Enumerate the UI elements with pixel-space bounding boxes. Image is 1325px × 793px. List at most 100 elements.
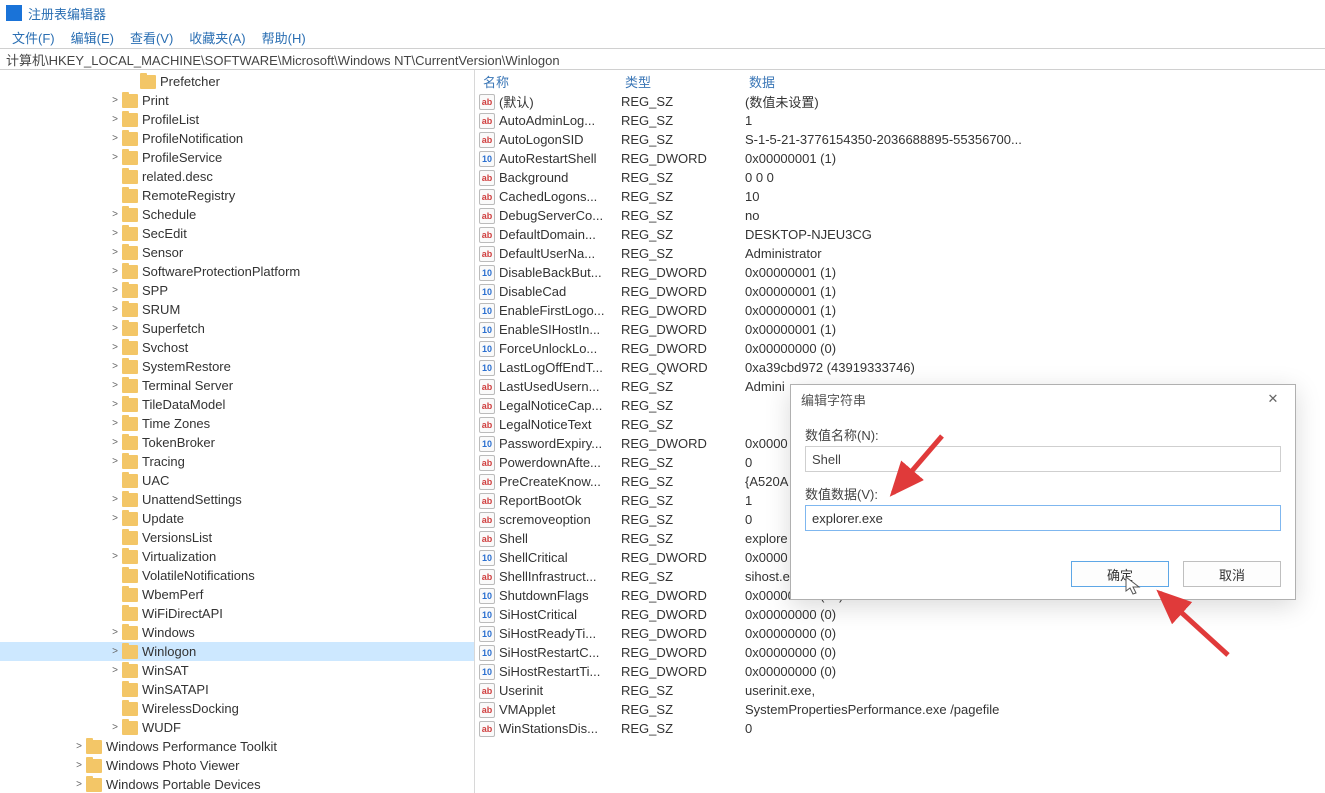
tree-item[interactable]: >Windows Photo Viewer (0, 756, 474, 775)
tree-item[interactable]: >WinSAT (0, 661, 474, 680)
registry-value-row[interactable]: DisableCadREG_DWORD0x00000001 (1) (475, 282, 1325, 301)
tree-item[interactable]: >SoftwareProtectionPlatform (0, 262, 474, 281)
close-icon[interactable]: ✕ (1261, 391, 1285, 407)
registry-value-row[interactable]: BackgroundREG_SZ0 0 0 (475, 168, 1325, 187)
tree-item[interactable]: >ProfileService (0, 148, 474, 167)
registry-value-row[interactable]: DefaultDomain...REG_SZDESKTOP-NJEU3CG (475, 225, 1325, 244)
tree-item[interactable]: VersionsList (0, 528, 474, 547)
value-data-field[interactable]: explorer.exe (805, 505, 1281, 531)
registry-value-row[interactable]: SiHostRestartTi...REG_DWORD0x00000000 (0… (475, 662, 1325, 681)
expand-icon[interactable]: > (108, 646, 122, 657)
expand-icon[interactable]: > (108, 437, 122, 448)
expand-icon[interactable]: > (108, 418, 122, 429)
registry-value-row[interactable]: SiHostRestartC...REG_DWORD0x00000000 (0) (475, 643, 1325, 662)
menu-item[interactable]: 文件(F) (6, 26, 61, 49)
expand-icon[interactable]: > (108, 152, 122, 163)
tree-item[interactable]: >Update (0, 509, 474, 528)
expand-icon[interactable]: > (108, 380, 122, 391)
expand-icon[interactable]: > (108, 627, 122, 638)
tree-item[interactable]: >WUDF (0, 718, 474, 737)
ok-button[interactable]: 确定 (1071, 561, 1169, 587)
tree-item[interactable]: >ProfileNotification (0, 129, 474, 148)
registry-value-row[interactable]: CachedLogons...REG_SZ10 (475, 187, 1325, 206)
tree-item[interactable]: related.desc (0, 167, 474, 186)
expand-icon[interactable]: > (108, 342, 122, 353)
tree-item[interactable]: >SPP (0, 281, 474, 300)
tree-item[interactable]: >SecEdit (0, 224, 474, 243)
expand-icon[interactable]: > (108, 209, 122, 220)
registry-value-row[interactable]: DebugServerCo...REG_SZno (475, 206, 1325, 225)
registry-value-row[interactable]: (默认)REG_SZ(数值未设置) (475, 92, 1325, 111)
registry-value-row[interactable]: AutoRestartShellREG_DWORD0x00000001 (1) (475, 149, 1325, 168)
expand-icon[interactable]: > (108, 665, 122, 676)
tree-item[interactable]: Prefetcher (0, 72, 474, 91)
tree-item[interactable]: >TokenBroker (0, 433, 474, 452)
col-data[interactable]: 数据 (741, 70, 1325, 93)
expand-icon[interactable]: > (108, 266, 122, 277)
tree-item[interactable]: >Tracing (0, 452, 474, 471)
tree-item[interactable]: >SRUM (0, 300, 474, 319)
col-type[interactable]: 类型 (617, 70, 741, 93)
registry-value-row[interactable]: SiHostReadyTi...REG_DWORD0x00000000 (0) (475, 624, 1325, 643)
registry-value-row[interactable]: VMAppletREG_SZSystemPropertiesPerformanc… (475, 700, 1325, 719)
registry-value-row[interactable]: AutoAdminLog...REG_SZ1 (475, 111, 1325, 130)
tree-item[interactable]: >Svchost (0, 338, 474, 357)
registry-value-row[interactable]: DisableBackBut...REG_DWORD0x00000001 (1) (475, 263, 1325, 282)
expand-icon[interactable]: > (108, 494, 122, 505)
expand-icon[interactable]: > (108, 361, 122, 372)
tree-item[interactable]: >TileDataModel (0, 395, 474, 414)
registry-value-row[interactable]: WinStationsDis...REG_SZ0 (475, 719, 1325, 738)
tree-item[interactable]: UAC (0, 471, 474, 490)
tree-item[interactable]: WiFiDirectAPI (0, 604, 474, 623)
expand-icon[interactable]: > (108, 399, 122, 410)
tree-item[interactable]: RemoteRegistry (0, 186, 474, 205)
registry-value-row[interactable]: DefaultUserNa...REG_SZAdministrator (475, 244, 1325, 263)
expand-icon[interactable]: > (108, 228, 122, 239)
expand-icon[interactable]: > (108, 323, 122, 334)
registry-value-row[interactable]: UserinitREG_SZuserinit.exe, (475, 681, 1325, 700)
value-name-field[interactable]: Shell (805, 446, 1281, 472)
tree-item[interactable]: >Print (0, 91, 474, 110)
tree-item[interactable]: >Terminal Server (0, 376, 474, 395)
tree-item[interactable]: >Windows (0, 623, 474, 642)
address-bar[interactable]: 计算机\HKEY_LOCAL_MACHINE\SOFTWARE\Microsof… (0, 48, 1325, 70)
tree-item[interactable]: >SystemRestore (0, 357, 474, 376)
tree-pane[interactable]: Prefetcher>Print>ProfileList>ProfileNoti… (0, 70, 475, 793)
col-name[interactable]: 名称 (475, 70, 617, 93)
registry-value-row[interactable]: EnableFirstLogo...REG_DWORD0x00000001 (1… (475, 301, 1325, 320)
registry-value-row[interactable]: AutoLogonSIDREG_SZS-1-5-21-3776154350-20… (475, 130, 1325, 149)
expand-icon[interactable]: > (108, 114, 122, 125)
registry-value-row[interactable]: SiHostCriticalREG_DWORD0x00000000 (0) (475, 605, 1325, 624)
registry-value-row[interactable]: ForceUnlockLo...REG_DWORD0x00000000 (0) (475, 339, 1325, 358)
expand-icon[interactable]: > (108, 722, 122, 733)
expand-icon[interactable]: > (72, 779, 86, 790)
tree-item[interactable]: >Virtualization (0, 547, 474, 566)
menu-item[interactable]: 查看(V) (124, 26, 179, 49)
expand-icon[interactable]: > (108, 551, 122, 562)
tree-item[interactable]: >Schedule (0, 205, 474, 224)
tree-item[interactable]: >Superfetch (0, 319, 474, 338)
registry-value-row[interactable]: LastLogOffEndT...REG_QWORD0xa39cbd972 (4… (475, 358, 1325, 377)
expand-icon[interactable]: > (108, 513, 122, 524)
tree-item[interactable]: WinSATAPI (0, 680, 474, 699)
expand-icon[interactable]: > (72, 741, 86, 752)
expand-icon[interactable]: > (108, 285, 122, 296)
cancel-button[interactable]: 取消 (1183, 561, 1281, 587)
registry-value-row[interactable]: EnableSIHostIn...REG_DWORD0x00000001 (1) (475, 320, 1325, 339)
menu-item[interactable]: 编辑(E) (65, 26, 120, 49)
menu-item[interactable]: 收藏夹(A) (183, 26, 251, 49)
tree-item[interactable]: >Sensor (0, 243, 474, 262)
tree-item[interactable]: VolatileNotifications (0, 566, 474, 585)
expand-icon[interactable]: > (108, 304, 122, 315)
tree-item[interactable]: >Windows Portable Devices (0, 775, 474, 793)
tree-item[interactable]: >Winlogon (0, 642, 474, 661)
tree-item[interactable]: >ProfileList (0, 110, 474, 129)
tree-item[interactable]: >Windows Performance Toolkit (0, 737, 474, 756)
tree-item[interactable]: >UnattendSettings (0, 490, 474, 509)
tree-item[interactable]: WbemPerf (0, 585, 474, 604)
tree-item[interactable]: >Time Zones (0, 414, 474, 433)
expand-icon[interactable]: > (108, 456, 122, 467)
expand-icon[interactable]: > (72, 760, 86, 771)
tree-item[interactable]: WirelessDocking (0, 699, 474, 718)
menu-item[interactable]: 帮助(H) (256, 26, 312, 49)
